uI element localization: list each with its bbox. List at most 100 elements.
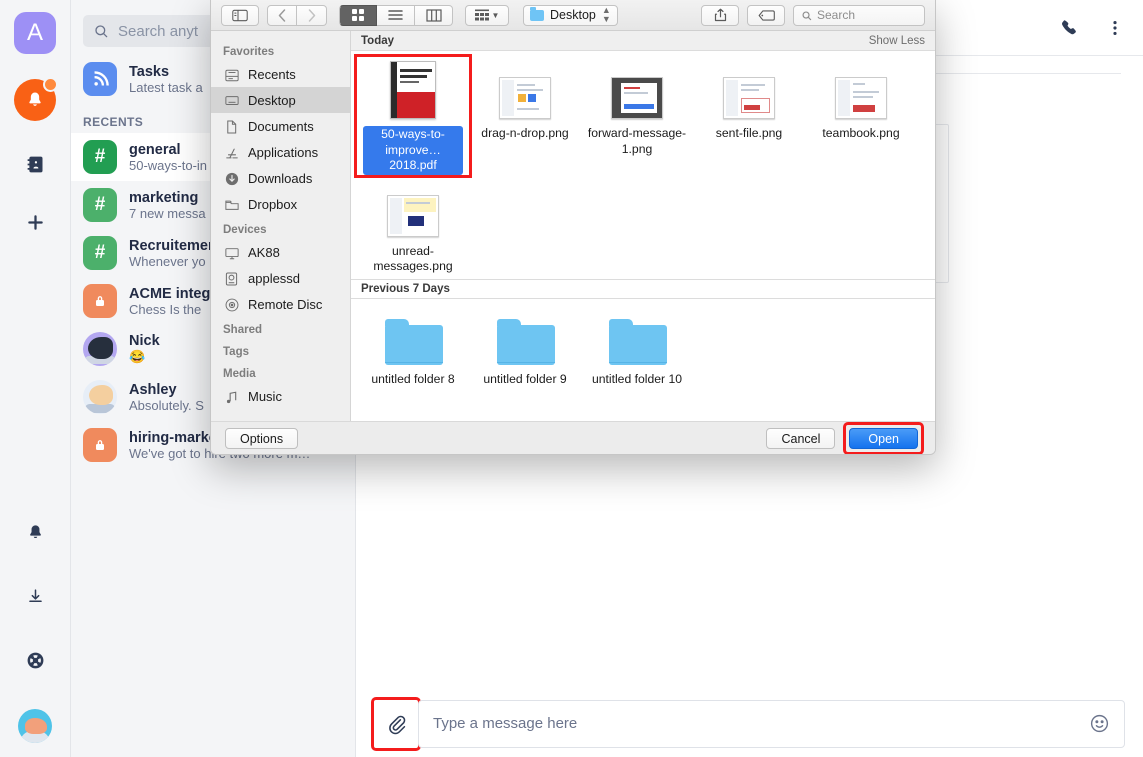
sidebar-section-devices: Devices	[211, 217, 350, 239]
folder-item-10[interactable]: untitled folder 10	[581, 309, 693, 388]
disc-icon	[223, 296, 240, 312]
rail-add-button[interactable]	[14, 207, 56, 237]
list-item-title: marketing	[129, 190, 206, 206]
sidebar-item-recents[interactable]: Recents	[211, 61, 350, 87]
sidebar-section-favorites: Favorites	[211, 39, 350, 61]
folder-icon	[223, 197, 240, 212]
file-item-sent-file[interactable]: sent-file.png	[693, 57, 805, 175]
dialog-sidebar: Favorites Recents	[211, 31, 351, 421]
sidebar-item-label: Applications	[248, 145, 318, 160]
rail-alerts-button[interactable]	[14, 517, 56, 547]
file-thumbnail	[609, 63, 665, 119]
file-thumbnail	[497, 63, 553, 119]
list-item-title: ACME integ	[129, 286, 210, 302]
dialog-search-input[interactable]: Search	[793, 5, 925, 26]
sidebar-item-label: Recents	[248, 67, 296, 82]
sidebar-item-ak88[interactable]: AK88	[211, 239, 350, 265]
folder-icon	[497, 319, 553, 365]
sidebar-item-music[interactable]: Music	[211, 383, 350, 409]
hash-icon: #	[83, 188, 117, 222]
folder-item-8[interactable]: untitled folder 8	[357, 309, 469, 388]
rail-contacts-button[interactable]	[14, 149, 56, 179]
sidebar-item-label: Documents	[248, 119, 314, 134]
sidebar-item-dropbox[interactable]: Dropbox	[211, 191, 350, 217]
recents-icon	[223, 66, 240, 81]
sidebar-item-downloads[interactable]: Downloads	[211, 165, 350, 191]
share-icon[interactable]	[701, 5, 739, 26]
sidebar-item-documents[interactable]: Documents	[211, 113, 350, 139]
sidebar-search-placeholder: Search anyt	[118, 23, 198, 40]
sidebar-item-label: Downloads	[248, 171, 312, 186]
back-button[interactable]	[267, 5, 297, 26]
path-dropdown[interactable]: Desktop ▲▼	[523, 5, 618, 26]
forward-button[interactable]	[297, 5, 327, 26]
options-button[interactable]: Options	[225, 428, 298, 449]
file-browser: Today Show Less 50-ways-to-improve…2018.…	[351, 31, 935, 421]
tag-icon[interactable]	[747, 5, 785, 26]
user-avatar[interactable]	[18, 709, 52, 743]
downloads-icon	[223, 170, 240, 186]
sidebar-item-label: Music	[248, 389, 282, 404]
sidebar-item-applications[interactable]: Applications	[211, 139, 350, 165]
folder-thumbnail	[497, 315, 553, 365]
sidebar-section-tags: Tags	[211, 339, 350, 361]
rail-help-button[interactable]	[14, 645, 56, 675]
list-item-subtitle: 😂	[129, 349, 160, 365]
file-item-teambook[interactable]: teambook.png	[805, 57, 917, 175]
file-item-drag-n-drop[interactable]: drag-n-drop.png	[469, 57, 581, 175]
open-button[interactable]: Open	[849, 428, 918, 449]
sidebar-item-label: applessd	[248, 271, 300, 286]
file-name: teambook.png	[822, 126, 899, 142]
search-icon	[93, 23, 109, 39]
avatar	[83, 380, 117, 414]
folder-icon	[609, 319, 665, 365]
folder-icon	[530, 10, 544, 21]
dialog-footer: Options Cancel Open	[211, 421, 935, 455]
rail-download-button[interactable]	[14, 581, 56, 611]
dialog-body: Favorites Recents	[211, 31, 935, 421]
column-view-button[interactable]	[415, 5, 453, 26]
file-item-unread-messages[interactable]: unread-messages.png	[357, 175, 469, 275]
cancel-button[interactable]: Cancel	[766, 428, 835, 449]
message-input-wrap[interactable]: Type a message here	[418, 700, 1125, 748]
message-composer: Type a message here	[356, 690, 1143, 757]
lock-icon	[83, 284, 117, 318]
file-grid-previous: untitled folder 8 untitled folder 9 unti…	[351, 299, 935, 392]
rail-notifications-button[interactable]	[14, 79, 56, 121]
folder-thumbnail	[385, 315, 441, 365]
search-icon	[801, 10, 812, 21]
list-item-title: Nick	[129, 333, 160, 349]
show-less-button[interactable]: Show Less	[869, 35, 925, 47]
file-item-pdf[interactable]: 50-ways-to-improve…2018.pdf	[357, 57, 469, 175]
chevron-updown-icon: ▲▼	[602, 6, 611, 24]
list-item-title: Ashley	[129, 382, 204, 398]
open-annotation-box: Open	[846, 425, 921, 452]
file-name: drag-n-drop.png	[481, 126, 568, 142]
lock-icon	[83, 428, 117, 462]
list-item-subtitle: Whenever yo	[129, 254, 214, 269]
sidebar-item-applessd[interactable]: applessd	[211, 265, 350, 291]
more-vertical-icon[interactable]	[1105, 18, 1125, 38]
path-label: Desktop	[550, 8, 596, 22]
group-by-button[interactable]: ▼	[465, 5, 509, 26]
folder-item-9[interactable]: untitled folder 9	[469, 309, 581, 388]
folder-name: untitled folder 9	[483, 372, 566, 388]
view-mode-buttons	[339, 5, 453, 26]
file-name: forward-message-1.png	[587, 126, 687, 157]
emoji-picker-button[interactable]	[1089, 713, 1110, 734]
message-input[interactable]: Type a message here	[433, 715, 1077, 732]
list-item-subtitle: Absolutely. S	[129, 398, 204, 413]
icon-view-button[interactable]	[339, 5, 377, 26]
attach-file-button[interactable]	[375, 701, 417, 747]
computer-icon	[223, 244, 240, 259]
group-label: Previous 7 Days	[361, 283, 450, 295]
sidebar-item-desktop[interactable]: Desktop	[211, 87, 350, 113]
tasks-title: Tasks	[129, 64, 203, 80]
file-item-forward-message[interactable]: forward-message-1.png	[581, 57, 693, 175]
app-logo[interactable]: A	[14, 12, 56, 54]
sidebar-item-remote-disc[interactable]: Remote Disc	[211, 291, 350, 317]
sidebar-toggle-icon[interactable]	[221, 5, 259, 26]
sidebar-item-label: Dropbox	[248, 197, 297, 212]
phone-call-icon[interactable]	[1059, 17, 1081, 39]
list-view-button[interactable]	[377, 5, 415, 26]
